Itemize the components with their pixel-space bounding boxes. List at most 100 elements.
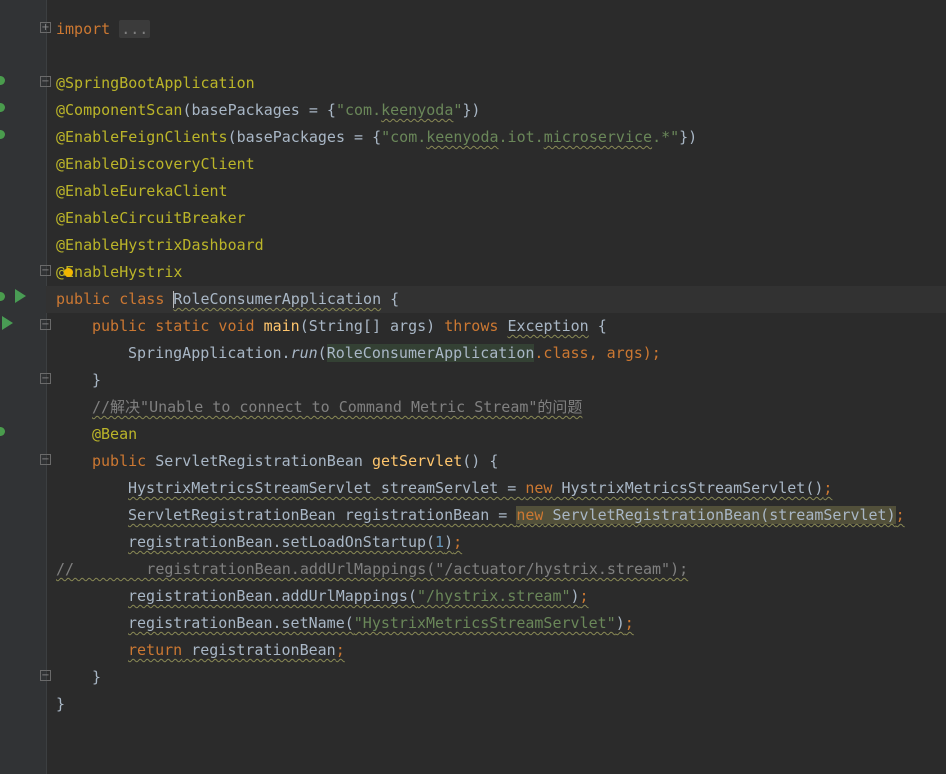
annotation: @EnableFeignClients	[56, 128, 228, 146]
bean-icon[interactable]	[0, 427, 5, 436]
string-literal: "HystrixMetricsStreamServlet"	[353, 614, 616, 632]
code-line-annotation: @EnableCircuitBreaker	[56, 205, 946, 232]
code-text: (basePackages = {	[182, 101, 336, 119]
code-text: ;	[453, 533, 463, 551]
code-text: )	[570, 587, 580, 605]
code-line-class-declaration: public class RoleConsumerApplication {	[46, 286, 946, 313]
code-editor[interactable]: import ... @SpringBootApplication @Compo…	[0, 0, 946, 774]
code-text: ;	[579, 587, 589, 605]
code-text: ;	[895, 506, 905, 524]
string-literal: "com.	[381, 128, 427, 146]
annotation: @SpringBootApplication	[56, 74, 255, 92]
code-text: (String[] args)	[299, 317, 445, 335]
code-line-statement: registrationBean.setLoadOnStartup(1);	[56, 529, 946, 556]
comment: // registrationBean.addUrlMappings("/act…	[56, 560, 689, 578]
annotation: @Bean	[92, 425, 138, 443]
code-line-annotation: @EnableHystrixDashboard	[56, 232, 946, 259]
fold-minus-icon[interactable]	[40, 265, 51, 276]
keyword: .class	[534, 344, 589, 362]
run-icon[interactable]	[15, 289, 26, 303]
code-line-annotation: @SpringBootApplication	[56, 70, 946, 97]
code-line-annotation: @ComponentScan(basePackages = {"com.keen…	[56, 97, 946, 124]
code-line-annotation: @EnableFeignClients(basePackages = {"com…	[56, 124, 946, 151]
string-literal: .iot.	[498, 128, 544, 146]
code-text: , args);	[588, 344, 661, 362]
bean-icon[interactable]	[0, 292, 5, 301]
code-text: ;	[335, 641, 345, 659]
code-text: })	[462, 101, 481, 119]
code-text: registrationBean.setName(	[128, 614, 354, 632]
annotation: @EnableEurekaClient	[56, 182, 228, 200]
code-text: ;	[823, 479, 833, 497]
annotation: EnableHystrix	[65, 263, 183, 281]
fold-minus-icon[interactable]	[40, 670, 51, 681]
code-line-return: return registrationBean;	[56, 637, 946, 664]
lightbulb-icon[interactable]	[64, 268, 73, 277]
code-line-annotation: @EnableDiscoveryClient	[56, 151, 946, 178]
method-name: main	[263, 317, 300, 335]
code-line-close-brace: }	[56, 367, 946, 394]
fold-plus-icon[interactable]	[40, 22, 51, 33]
code-text: })	[679, 128, 698, 146]
keyword: new	[516, 506, 544, 524]
keyword: public	[56, 290, 111, 308]
comment: //解决"Unable to connect to Command Metric…	[92, 398, 583, 416]
fold-minus-icon[interactable]	[40, 373, 51, 384]
fold-minus-icon[interactable]	[40, 76, 51, 87]
code-line-statement: ServletRegistrationBean registrationBean…	[56, 502, 946, 529]
keyword: throws	[444, 317, 499, 335]
code-line-statement: HystrixMetricsStreamServlet streamServle…	[56, 475, 946, 502]
code-line-getservlet: public ServletRegistrationBean getServle…	[56, 448, 946, 475]
code-line-close-brace: }	[56, 691, 946, 718]
fold-minus-icon[interactable]	[40, 319, 51, 330]
code-text: )	[444, 533, 454, 551]
code-text: RoleConsumerApplication	[326, 344, 535, 362]
method-call: run	[290, 344, 318, 362]
fold-minus-icon[interactable]	[40, 454, 51, 465]
code-line-annotation: @ EnableHystrix	[56, 259, 946, 286]
code-text: ;	[624, 614, 634, 632]
string-literal: "com.	[335, 101, 382, 119]
string-literal: "/hystrix.stream"	[416, 587, 571, 605]
code-text: {	[381, 290, 400, 308]
code-text: registrationBean.setLoadOnStartup(	[128, 533, 436, 551]
string-literal: keenyoda	[426, 128, 499, 146]
bean-icon[interactable]	[0, 130, 5, 139]
keyword: class	[119, 290, 165, 308]
keyword: return	[128, 641, 183, 659]
code-text: HystrixMetricsStreamServlet()	[552, 479, 824, 497]
code-text: }	[56, 695, 66, 713]
run-icon[interactable]	[2, 316, 13, 330]
code-line-main: public static void main(String[] args) t…	[56, 313, 946, 340]
bean-icon[interactable]	[0, 76, 5, 85]
code-line-statement: registrationBean.setName("HystrixMetrics…	[56, 610, 946, 637]
code-text: () {	[462, 452, 499, 470]
keyword: new	[525, 479, 553, 497]
code-text: )	[615, 614, 625, 632]
code-text: (basePackages = {	[227, 128, 382, 146]
code-text: }	[92, 668, 102, 686]
annotation: @EnableDiscoveryClient	[56, 155, 255, 173]
code-line-import: import ...	[56, 16, 946, 43]
code-text: ServletRegistrationBean registrationBean…	[128, 506, 517, 524]
code-area[interactable]: import ... @SpringBootApplication @Compo…	[46, 16, 946, 718]
keyword: public	[92, 452, 147, 470]
keyword: import	[56, 20, 111, 38]
code-text: SpringApplication.	[128, 344, 291, 362]
code-line-comment: // registrationBean.addUrlMappings("/act…	[56, 556, 946, 583]
bean-icon[interactable]	[0, 103, 5, 112]
method-name: getServlet	[371, 452, 463, 470]
code-text: Exception	[507, 317, 589, 335]
string-literal: .*"	[652, 128, 680, 146]
keyword: public static void	[92, 317, 255, 335]
code-text: (	[317, 344, 327, 362]
code-line-annotation: @Bean	[56, 421, 946, 448]
number-literal: 1	[435, 533, 445, 551]
code-text: {	[588, 317, 607, 335]
annotation: @ComponentScan	[56, 101, 183, 119]
code-line-run: SpringApplication.run(RoleConsumerApplic…	[56, 340, 946, 367]
string-literal: keenyoda	[381, 101, 454, 119]
collapsed-imports[interactable]: ...	[119, 20, 151, 38]
editor-gutter	[0, 0, 51, 774]
